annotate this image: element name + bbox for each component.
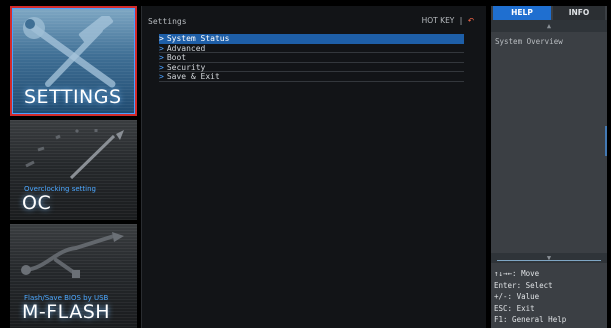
hotkey-label: HOT KEY (421, 16, 455, 25)
menu-item-security[interactable]: > Security (159, 62, 464, 72)
settings-menu: > System Status > Advanced > Boot > Security… (159, 34, 464, 82)
tile-title: OC (22, 192, 52, 214)
tile-title: SETTINGS (24, 86, 122, 108)
chevron-right-icon: > (159, 72, 164, 81)
speedometer-icon (25, 128, 124, 180)
chevron-right-icon: > (159, 34, 164, 43)
key-hint-help: F1: General Help (494, 315, 567, 324)
menu-item-label: Advanced (166, 43, 206, 53)
help-text: System Overview (495, 37, 563, 46)
key-hint-move: ↑↓→←: Move (494, 269, 540, 278)
key-hint-select: Enter: Select (494, 280, 553, 290)
hotkey-area[interactable]: HOT KEY | ↶ (422, 16, 474, 25)
tab-help[interactable]: HELP (493, 6, 551, 20)
tab-info[interactable]: INFO (553, 6, 605, 20)
key-hint-value: +/-: Value (494, 292, 540, 301)
tools-icon (23, 16, 116, 88)
menu-item-advanced[interactable]: > Advanced (159, 43, 464, 53)
key-hint-exit: ESC: Exit (494, 303, 535, 313)
menu-item-label: Security (166, 62, 206, 72)
tile-mflash[interactable]: Flash/Save BIOS by USB M-FLASH (10, 224, 137, 328)
tile-settings[interactable]: SETTINGS (10, 6, 137, 116)
help-panel: HELP INFO ▲ System Overview ▼ ↑↓→←: Move… (491, 6, 607, 328)
hotkey-separator: | (459, 16, 463, 25)
chevron-right-icon: > (159, 53, 164, 62)
tile-oc[interactable]: Overclocking setting OC (10, 120, 137, 220)
chevron-right-icon: > (159, 62, 164, 72)
scrollbar[interactable] (605, 126, 607, 156)
help-tabs: HELP INFO (491, 6, 607, 20)
scroll-up-icon[interactable]: ▲ (491, 20, 607, 32)
menu-item-system-status[interactable]: > System Status (159, 34, 464, 44)
menu-item-label: Save & Exit (166, 72, 220, 81)
usb-icon (21, 232, 124, 278)
page-title: Settings (148, 17, 187, 26)
divider (497, 260, 601, 261)
chevron-right-icon: > (159, 43, 164, 53)
settings-panel: Settings HOT KEY | ↶ > System Status > Adv… (141, 6, 486, 328)
key-hints: ↑↓→←: Move Enter: Select +/-: Value ESC:… (494, 268, 566, 326)
tile-title: M-FLASH (22, 301, 111, 323)
menu-item-boot[interactable]: > Boot (159, 53, 464, 63)
menu-item-label: Boot (166, 53, 187, 62)
menu-item-save-exit[interactable]: > Save & Exit (159, 72, 464, 82)
scroll-down-icon[interactable]: ▼ (491, 253, 607, 263)
undo-icon[interactable]: ↶ (468, 16, 474, 25)
menu-item-label: System Status (166, 34, 230, 43)
